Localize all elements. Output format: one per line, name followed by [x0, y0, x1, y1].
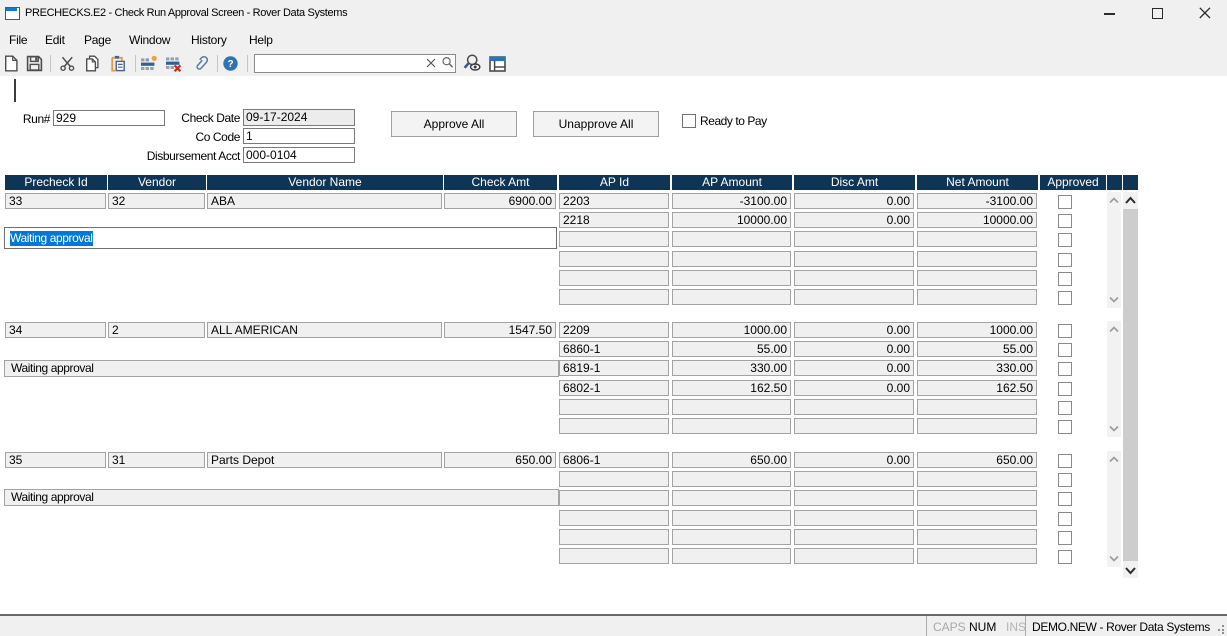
svg-text:?: ? — [227, 59, 233, 70]
